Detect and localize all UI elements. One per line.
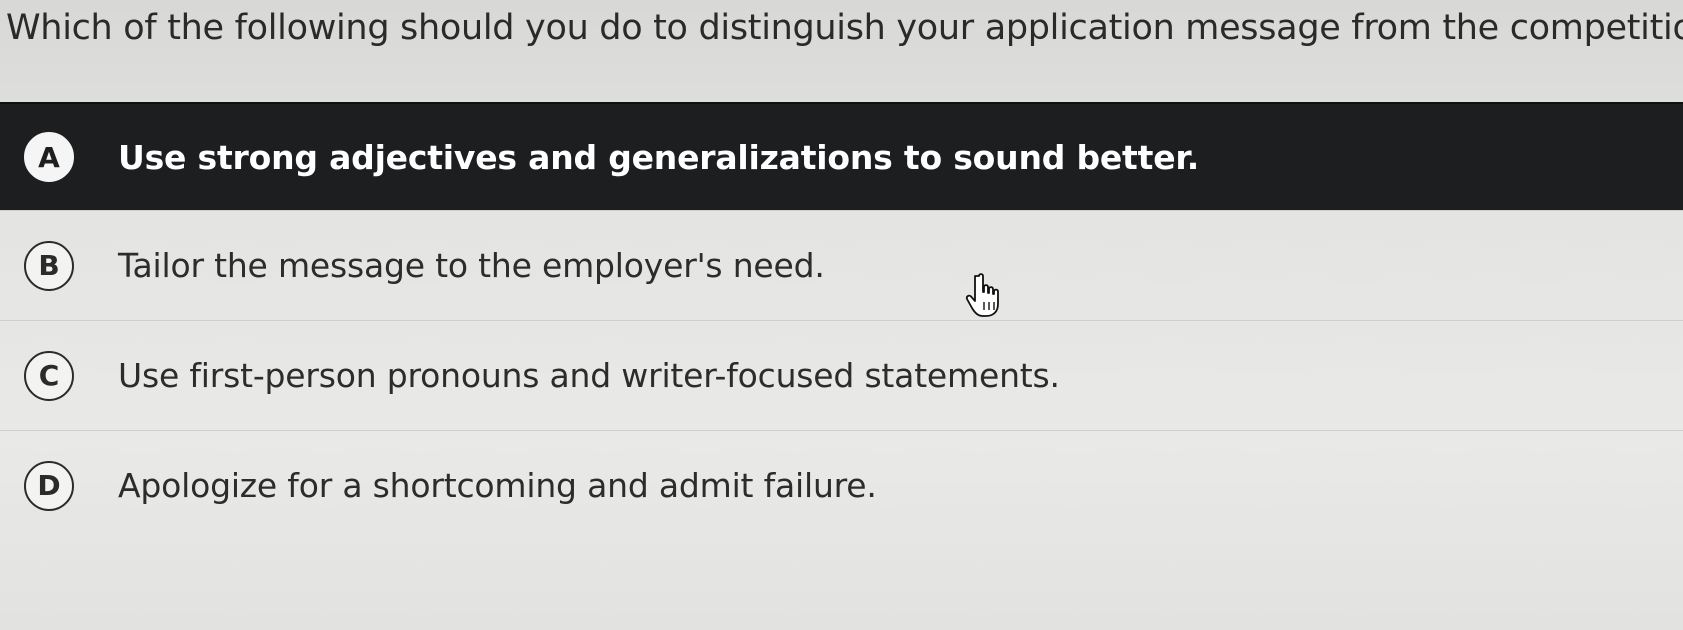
question-text: Which of the following should you do to … bbox=[6, 8, 1683, 48]
option-a-letter: A bbox=[24, 132, 74, 182]
option-d[interactable]: D Apologize for a shortcoming and admit … bbox=[0, 430, 1683, 540]
option-a[interactable]: A Use strong adjectives and generalizati… bbox=[0, 102, 1683, 210]
option-b[interactable]: B Tailor the message to the employer's n… bbox=[0, 210, 1683, 320]
option-d-text: Apologize for a shortcoming and admit fa… bbox=[118, 466, 877, 505]
option-c-text: Use first-person pronouns and writer-foc… bbox=[118, 356, 1060, 395]
answer-options: A Use strong adjectives and generalizati… bbox=[0, 102, 1683, 540]
option-b-letter: B bbox=[24, 240, 74, 291]
option-b-text: Tailor the message to the employer's nee… bbox=[118, 246, 825, 285]
option-a-text: Use strong adjectives and generalization… bbox=[118, 137, 1200, 177]
option-c-letter: C bbox=[24, 350, 74, 401]
hand-pointer-icon bbox=[965, 273, 999, 317]
option-c[interactable]: C Use first-person pronouns and writer-f… bbox=[0, 320, 1683, 430]
option-d-letter: D bbox=[24, 460, 74, 511]
